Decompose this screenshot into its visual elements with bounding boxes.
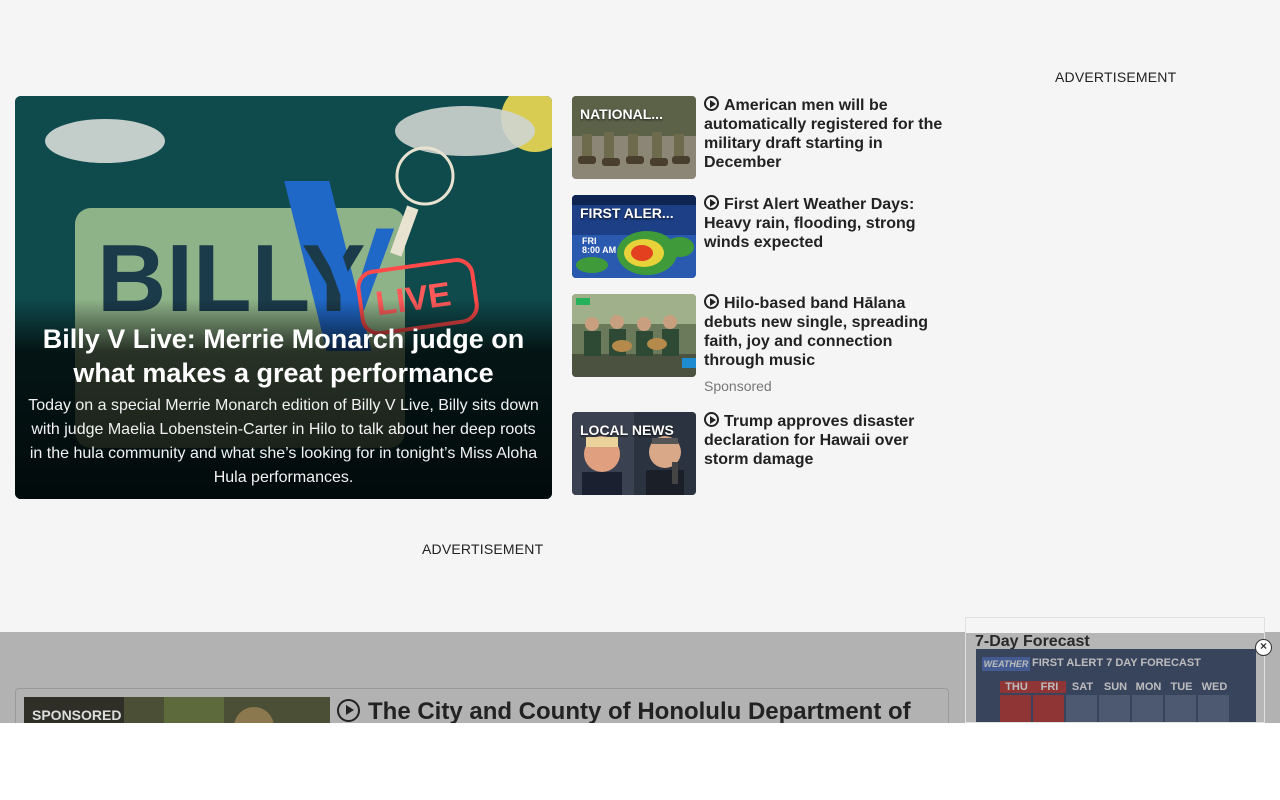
story-title[interactable]: First Alert Weather Days: Heavy rain, fl…	[704, 195, 948, 252]
sponsored-promo-card[interactable]: SPONSORED The City and County of Honolul…	[15, 688, 949, 723]
advertisement-label: ADVERTISEMENT	[1055, 69, 1177, 85]
story-thumbnail[interactable]	[572, 294, 696, 377]
play-circle-icon	[704, 96, 719, 111]
story-thumbnail[interactable]: NATIONAL...	[572, 96, 696, 179]
weather-time: 8:00 AM	[582, 245, 617, 255]
story-item[interactable]: LOCAL NEWS Trump approves disaster decla…	[572, 412, 952, 500]
play-circle-icon	[337, 699, 360, 722]
sponsored-tag: Sponsored	[704, 378, 772, 394]
story-title[interactable]: Trump approves disaster declaration for …	[704, 412, 948, 469]
overlay-dim	[966, 633, 1264, 722]
story-item[interactable]: Hilo-based band Hālana debuts new single…	[572, 294, 952, 400]
hero-title[interactable]: Billy V Live: Merrie Monarch judge on wh…	[27, 322, 540, 390]
story-item[interactable]: FRI 8:00 AM FIRST ALER... First Alert We…	[572, 195, 952, 283]
hero-description: Today on a special Merrie Monarch editio…	[28, 397, 539, 486]
promo-sponsored-label: SPONSORED	[32, 707, 122, 723]
story-title[interactable]: American men will be automatically regis…	[704, 96, 948, 172]
forecast-widget[interactable]: 7-Day Forecast WEATHER FIRST ALERT 7 DAY…	[965, 617, 1265, 723]
sticky-ad-area	[0, 723, 1280, 800]
promo-title[interactable]: The City and County of Honolulu Departme…	[337, 698, 911, 723]
play-circle-icon	[704, 412, 719, 427]
promo-thumbnail[interactable]: SPONSORED	[24, 697, 330, 723]
story-category-label: LOCAL NEWS	[580, 422, 674, 438]
story-category-label: FIRST ALER...	[580, 205, 674, 221]
story-title[interactable]: Hilo-based band Hālana debuts new single…	[704, 294, 948, 370]
story-item[interactable]: NATIONAL... American men will be automat…	[572, 96, 952, 184]
story-thumbnail[interactable]: FRI 8:00 AM FIRST ALER...	[572, 195, 696, 278]
hero-story[interactable]: BILLY V LIVE Billy V Live: Merrie Monarc…	[15, 96, 552, 499]
close-ad-button[interactable]: ×	[1255, 639, 1272, 656]
play-circle-icon	[704, 294, 719, 309]
story-thumbnail[interactable]: LOCAL NEWS	[572, 412, 696, 495]
play-circle-icon	[704, 195, 719, 210]
story-category-label: NATIONAL...	[580, 106, 663, 122]
advertisement-label: ADVERTISEMENT	[422, 541, 544, 557]
